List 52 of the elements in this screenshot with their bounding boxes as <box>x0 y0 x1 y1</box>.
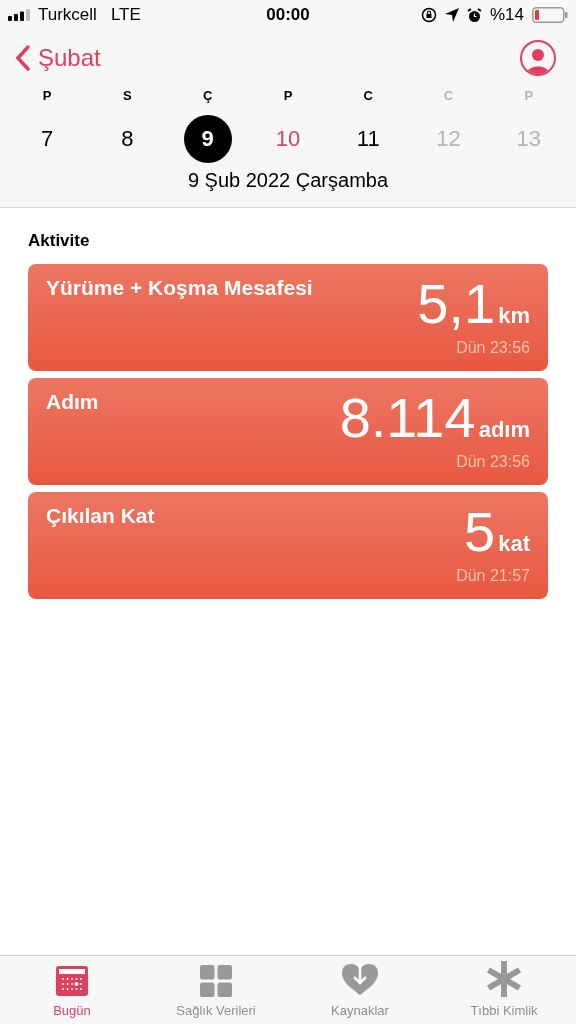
tab-button[interactable]: Kaynaklar <box>288 956 432 1024</box>
activity-card[interactable]: Yürüme + Koşma Mesafesi 5,1 km Dün 23:56 <box>28 264 548 371</box>
metric-value: 5,1 <box>417 274 496 334</box>
weekday-letter: S <box>123 87 132 105</box>
day-button[interactable]: 7 <box>23 114 72 163</box>
battery-icon <box>532 7 568 23</box>
location-arrow-icon <box>444 8 459 22</box>
weekday-letter: C <box>443 87 454 105</box>
activity-card[interactable]: Adım 8.114 adım Dün 23:56 <box>28 378 548 485</box>
metric-value: 8.114 <box>339 388 476 448</box>
tab-button[interactable]: Tıbbi Kimlik <box>432 956 576 1024</box>
person-icon <box>526 46 550 74</box>
weekday-letter: P <box>42 87 52 105</box>
card-title: Yürüme + Koşma Mesafesi <box>46 275 313 301</box>
day-button[interactable]: 9 <box>183 114 232 163</box>
updated-time: Dün 23:56 <box>456 338 530 358</box>
activity-card[interactable]: Çıkılan Kat 5 kat Dün 21:57 <box>28 492 548 599</box>
day-button[interactable]: 13 <box>504 114 553 163</box>
clock-time: 00:00 <box>265 4 311 27</box>
updated-time: Dün 23:56 <box>456 452 530 472</box>
metric-unit: adım <box>478 416 530 444</box>
card-title: Adım <box>46 389 99 415</box>
network-type: LTE <box>110 4 141 27</box>
section-title: Aktivite <box>28 229 91 252</box>
selected-date: 9 Şub 2022 Çarşamba <box>186 167 390 193</box>
metric-unit: kat <box>498 530 530 558</box>
metric-value: 5 <box>464 502 496 562</box>
carrier-name: Turkcell <box>38 4 97 27</box>
heart-download-icon <box>341 960 379 997</box>
profile-button[interactable] <box>520 40 556 76</box>
day-button[interactable]: 12 <box>424 114 473 163</box>
calendar-icon <box>55 964 89 997</box>
card-title: Çıkılan Kat <box>46 503 155 529</box>
weekday-letter: P <box>524 87 534 105</box>
signal-icon <box>8 9 32 21</box>
day-button[interactable]: 10 <box>264 114 312 163</box>
weekday-letter: Ç <box>203 87 213 105</box>
tab-button[interactable]: Sağlık Verileri <box>144 956 288 1024</box>
weekday-letter: C <box>363 87 373 105</box>
weekday-letter: P <box>283 87 293 105</box>
asterisk-icon <box>487 960 521 997</box>
rotation-lock-icon <box>420 7 437 23</box>
updated-time: Dün 21:57 <box>456 566 530 586</box>
chevron-left-icon <box>16 45 30 71</box>
day-button[interactable]: 11 <box>344 114 393 163</box>
day-button[interactable]: 8 <box>103 114 152 163</box>
tab-button[interactable]: Bugün <box>0 956 144 1024</box>
battery-percent: %14 <box>489 4 524 27</box>
alarm-clock-icon <box>466 7 482 23</box>
back-button[interactable]: Şubat <box>16 40 101 76</box>
grid-icon <box>200 964 232 997</box>
metric-unit: km <box>498 302 530 330</box>
